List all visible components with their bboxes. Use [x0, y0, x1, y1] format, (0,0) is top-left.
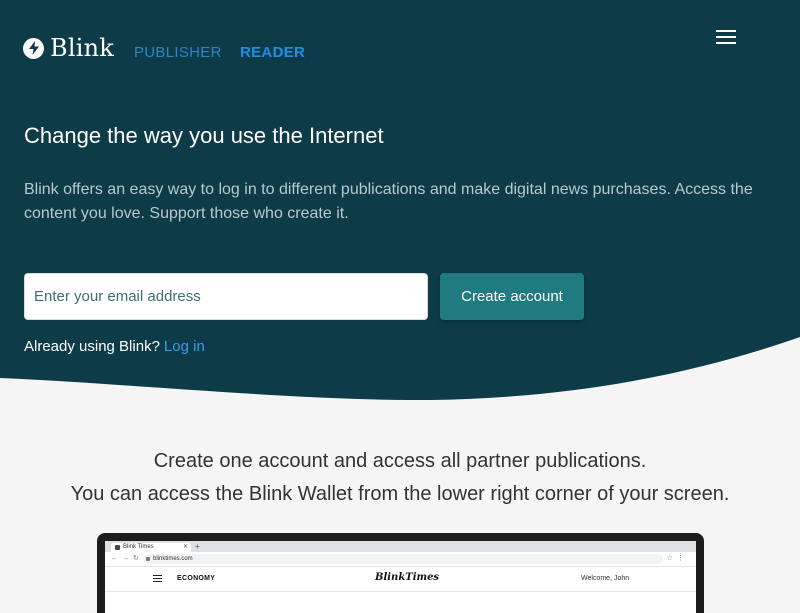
new-tab-icon: +	[195, 542, 200, 551]
mockup-addressbar: ←→↻ blinktimes.com ☆⋮	[105, 552, 696, 567]
hero-title: Change the way you use the Internet	[24, 123, 384, 148]
mockup-tabbar: Blink Times ✕ +	[105, 541, 696, 552]
hero-section: Blink PUBLISHER READER Change the way yo…	[0, 0, 800, 400]
features-line-1: Create one account and access all partne…	[153, 450, 647, 472]
hamburger-menu-icon[interactable]	[714, 28, 738, 46]
nav-publisher-link[interactable]: PUBLISHER	[134, 44, 222, 62]
logo-text: Blink	[50, 34, 114, 62]
mockup-url-field: blinktimes.com	[143, 554, 663, 564]
mockup-tab-title: Blink Times	[123, 544, 154, 550]
close-icon: ✕	[182, 544, 188, 550]
mockup-url: blinktimes.com	[153, 556, 193, 562]
mockup-tab: Blink Times ✕	[111, 543, 191, 552]
lock-icon	[146, 557, 150, 561]
laptop-mockup: Blink Times ✕ + ←→↻ blinktimes.com ☆⋮ EC…	[97, 533, 704, 613]
login-prompt: Already using Blink? Log in	[24, 337, 205, 357]
nav-reader-link[interactable]: READER	[240, 44, 305, 62]
login-prompt-text: Already using Blink?	[24, 338, 160, 355]
login-link[interactable]: Log in	[164, 338, 205, 355]
favicon-icon	[115, 545, 120, 550]
mockup-site-header: ECONOMY BlinkTimes Welcome, John	[105, 567, 696, 592]
create-account-button[interactable]: Create account	[440, 273, 584, 320]
lightning-bolt-icon	[23, 37, 44, 59]
features-line-2: You can access the Blink Wallet from the…	[70, 483, 730, 505]
browser-nav-icons: ←→↻	[111, 555, 143, 562]
features-tagline: Create one account and access all partne…	[0, 445, 800, 511]
blink-logo[interactable]: Blink	[23, 34, 114, 62]
mockup-greeting: Welcome, John	[581, 575, 630, 582]
browser-actions-icon: ☆⋮	[666, 555, 688, 562]
mockup-section: ECONOMY	[177, 575, 216, 582]
mockup-brand: BlinkTimes	[375, 572, 440, 583]
hero-description: Blink offers an easy way to log in to di…	[24, 181, 753, 222]
email-input[interactable]	[24, 273, 428, 320]
mockup-screen: Blink Times ✕ + ←→↻ blinktimes.com ☆⋮ EC…	[105, 541, 696, 613]
mockup-menu-icon	[153, 575, 162, 582]
